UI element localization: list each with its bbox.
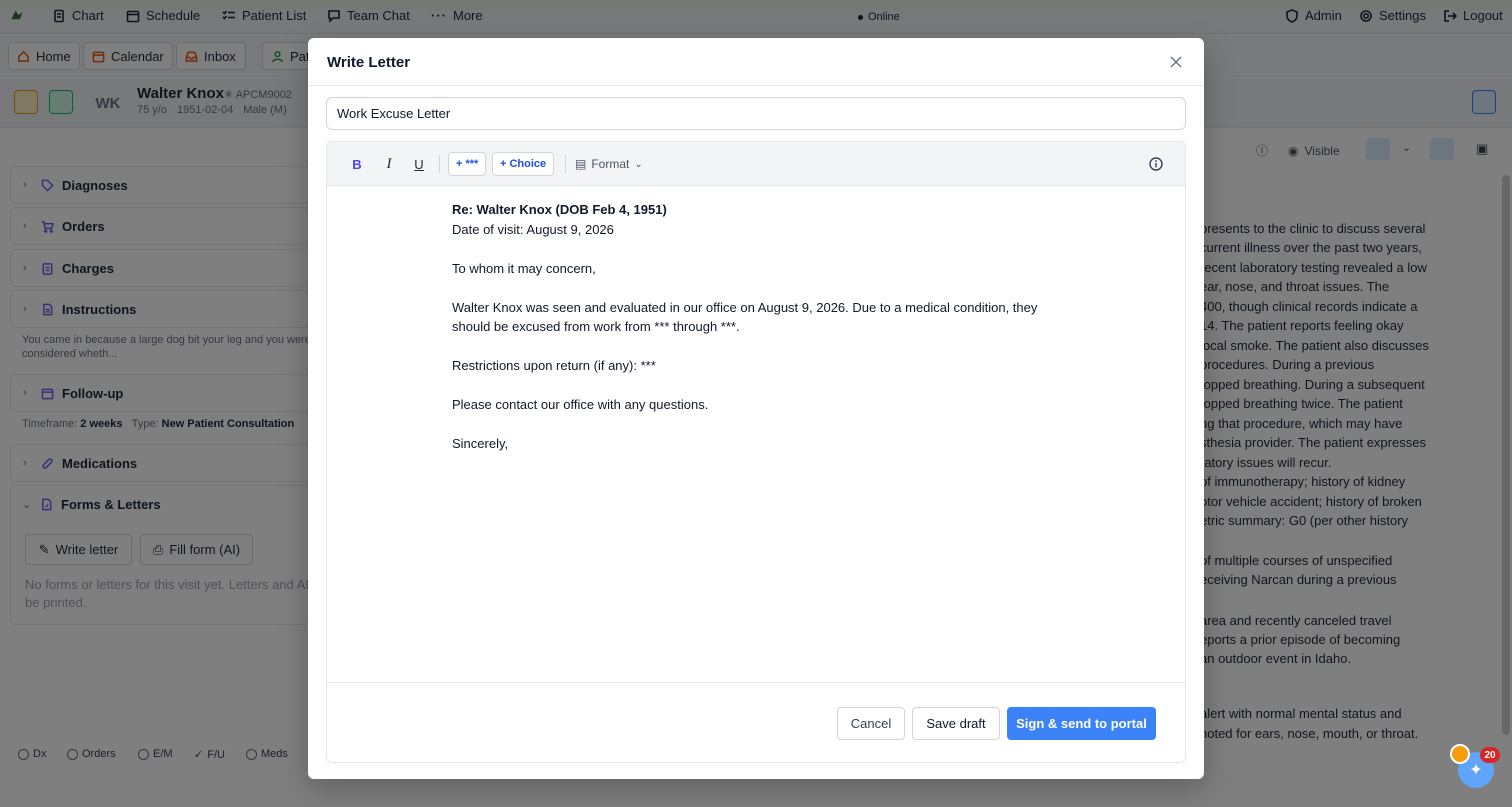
insert-placeholder-button[interactable]: + *** bbox=[448, 152, 487, 176]
notification-badge: 20 bbox=[1480, 747, 1500, 763]
letter-body-line-2: should be excused from work from *** thr… bbox=[452, 319, 740, 334]
letter-body-line-1: Walter Knox was seen and evaluated in ou… bbox=[452, 299, 1038, 315]
modal-title: Write Letter bbox=[327, 54, 411, 71]
letter-date-line: Date of visit: August 9, 2026 bbox=[452, 221, 614, 237]
editor-body[interactable]: Re: Walter Knox (DOB Feb 4, 1951) Date o… bbox=[327, 186, 1185, 682]
ai-assistant-button[interactable]: ✦ 20 bbox=[1450, 744, 1500, 788]
toolbar-divider bbox=[439, 155, 440, 173]
letter-subject-input[interactable] bbox=[326, 97, 1186, 130]
cancel-button[interactable]: Cancel bbox=[837, 707, 905, 740]
bold-icon[interactable]: B bbox=[345, 152, 369, 176]
letter-contact: Please contact our office with any quest… bbox=[452, 397, 709, 412]
modal-header: Write Letter bbox=[308, 38, 1204, 86]
letter-greeting: To whom it may concern, bbox=[452, 260, 596, 276]
write-letter-modal: Write Letter B I U + *** + Choice ▤ Form… bbox=[308, 38, 1204, 779]
bell-icon[interactable] bbox=[1450, 744, 1470, 764]
chevron-down-icon: ⌄ bbox=[634, 158, 643, 170]
letter-closing: Sincerely, bbox=[452, 436, 509, 451]
format-dropdown[interactable]: ▤ Format ⌄ bbox=[575, 152, 643, 176]
close-icon[interactable] bbox=[1168, 54, 1184, 70]
underline-icon[interactable]: U bbox=[407, 152, 431, 176]
letter-re-line: Re: Walter Knox (DOB Feb 4, 1951) bbox=[452, 202, 667, 217]
editor-toolbar: B I U + *** + Choice ▤ Format ⌄ bbox=[327, 142, 1185, 186]
italic-icon[interactable]: I bbox=[377, 152, 401, 176]
letter-editor: B I U + *** + Choice ▤ Format ⌄ Re: Walt… bbox=[326, 141, 1186, 763]
toolbar-divider bbox=[565, 155, 566, 173]
letter-restrictions: Restrictions upon return (if any): *** bbox=[452, 358, 656, 373]
format-label: Format bbox=[591, 157, 630, 171]
sign-send-button[interactable]: Sign & send to portal bbox=[1007, 707, 1156, 740]
file-icon: ▤ bbox=[575, 157, 587, 171]
save-draft-button[interactable]: Save draft bbox=[912, 707, 1000, 740]
insert-choice-button[interactable]: + Choice bbox=[492, 152, 555, 176]
info-icon[interactable] bbox=[1145, 152, 1167, 176]
modal-footer: Cancel Save draft Sign & send to portal bbox=[327, 682, 1185, 762]
letter-content: Re: Walter Knox (DOB Feb 4, 1951) Date o… bbox=[452, 200, 1052, 454]
app-page: Chart Schedule Patient List Team Chat ··… bbox=[0, 0, 1512, 807]
